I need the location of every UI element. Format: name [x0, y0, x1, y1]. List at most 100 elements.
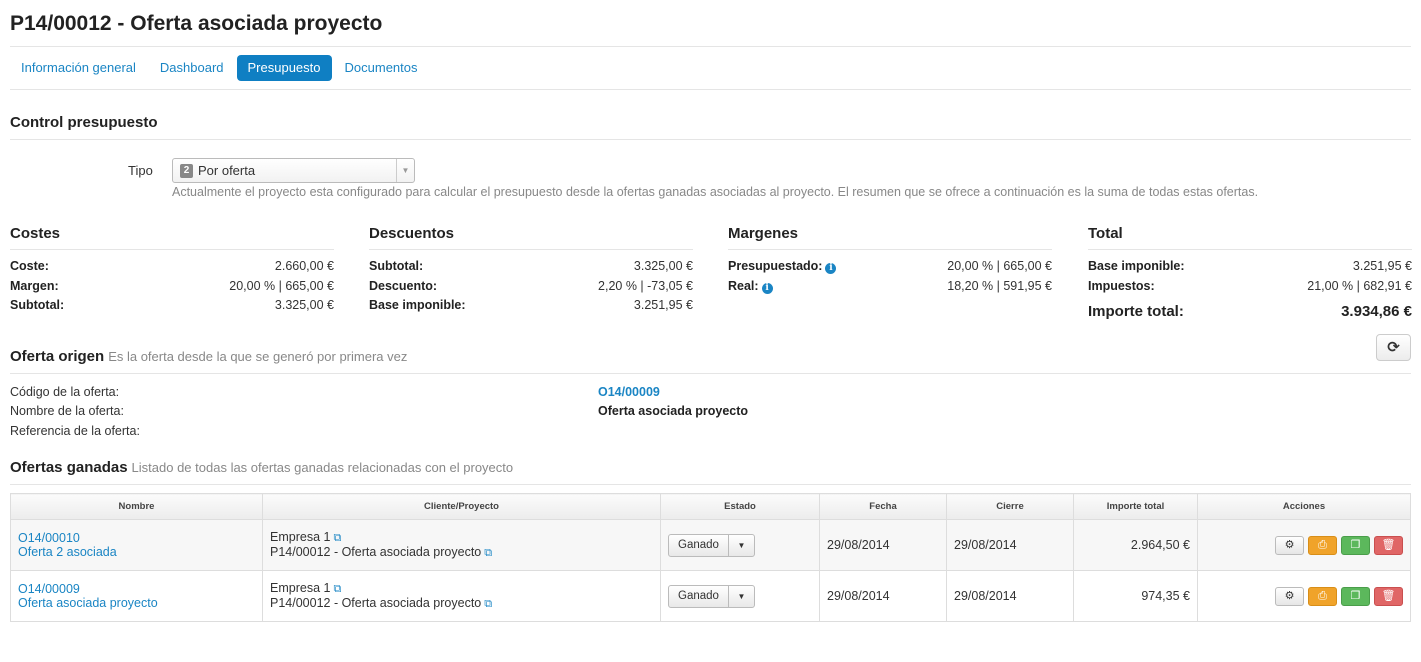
nombre-cell: O14/00009 Oferta asociada proyecto — [10, 570, 263, 622]
tipo-number-badge: 2 — [180, 164, 193, 178]
control-presupuesto-title: Control presupuesto — [10, 114, 1411, 140]
refresh-button[interactable]: ⟳ — [1376, 334, 1411, 361]
caret-down-icon[interactable]: ▼ — [729, 586, 754, 607]
summary-label: Presupuestado: i — [728, 259, 837, 279]
oferta-origen-subtitle: Es la oferta desde la que se generó por … — [108, 349, 408, 364]
fecha-cell: 29/08/2014 — [819, 570, 947, 622]
total-panel: Total Base imponible: 3.251,95 € Impuesto… — [1088, 225, 1412, 323]
acciones-cell: ⚙ ⎙ ❐ 🗑 — [1197, 519, 1411, 571]
summary-value: 2.660,00 € — [274, 259, 334, 273]
nombre-label: Nombre de la oferta: — [10, 404, 124, 418]
summary-row: Subtotal: 3.325,00 € — [369, 259, 693, 279]
summary-row: Impuestos: 21,00 % | 682,91 € — [1088, 279, 1412, 299]
col-cierre[interactable]: Cierre — [946, 493, 1074, 520]
ofertas-ganadas-title: Ofertas ganadas — [10, 459, 128, 476]
cierre-cell: 29/08/2014 — [946, 519, 1074, 571]
costes-panel: Costes Coste: 2.660,00 € Margen: 20,00 % |… — [10, 225, 334, 318]
summary-label: Impuestos: — [1088, 278, 1155, 293]
tab-presupuesto[interactable]: Presupuesto — [236, 55, 332, 81]
delete-button[interactable]: 🗑 — [1374, 586, 1403, 606]
margenes-panel: Margenes Presupuestado: i 20,00 % | 665,00… — [728, 225, 1052, 298]
external-link-icon[interactable]: ⧉ — [333, 583, 341, 595]
budget-summary: Costes Coste: 2.660,00 € Margen: 20,00 % |… — [10, 198, 1412, 361]
oferta-origen-details: Código de la oferta: O14/00009 Nombre de… — [10, 374, 1411, 459]
caret-down-icon[interactable]: ▼ — [729, 535, 754, 556]
summary-row: Base imponible: 3.251,95 € — [369, 298, 693, 318]
summary-row: Margen: 20,00 % | 665,00 € — [10, 279, 334, 299]
summary-value: 2,20 % | -73,05 € — [598, 278, 693, 293]
summary-value: 20,00 % | 665,00 € — [947, 259, 1052, 273]
print-button[interactable]: ⎙ — [1308, 535, 1337, 555]
row-actions: ⚙ ⎙ ❐ 🗑 — [1205, 586, 1403, 606]
col-estado[interactable]: Estado — [660, 493, 820, 520]
summary-row: Descuento: 2,20 % | -73,05 € — [369, 279, 693, 299]
costes-title: Costes — [10, 225, 334, 250]
info-icon[interactable]: i — [761, 282, 773, 294]
external-link-icon[interactable]: ⧉ — [484, 598, 492, 610]
tab-dashboard[interactable]: Dashboard — [149, 55, 235, 81]
summary-label: Subtotal: — [10, 298, 65, 312]
importe-cell: 974,35 € — [1073, 570, 1198, 622]
col-acciones: Acciones — [1197, 493, 1411, 520]
summary-value: 18,20 % | 591,95 € — [947, 278, 1052, 293]
summary-row: Base imponible: 3.251,95 € — [1088, 259, 1412, 279]
col-importe-total[interactable]: Importe total — [1073, 493, 1198, 520]
summary-label: Descuento: — [369, 278, 438, 293]
col-fecha[interactable]: Fecha — [819, 493, 947, 520]
referencia-label: Referencia de la oferta: — [10, 424, 140, 438]
ofertas-ganadas-header: Ofertas ganadas Listado de todas las ofer… — [10, 459, 1411, 485]
estado-dropdown[interactable]: Ganado ▼ — [668, 584, 755, 608]
summary-label: Base imponible: — [369, 298, 466, 312]
tab-documentos[interactable]: Documentos — [334, 55, 429, 81]
print-icon: ⎙ — [1318, 589, 1327, 602]
chevron-down-icon: ▼ — [396, 159, 414, 182]
codigo-link[interactable]: O14/00009 — [598, 385, 660, 399]
oferta-code-link[interactable]: O14/00010 — [18, 531, 80, 545]
summary-value: 3.251,95 € — [633, 298, 693, 312]
print-icon: ⎙ — [1318, 538, 1327, 551]
gear-icon: ⚙ — [1284, 538, 1295, 551]
col-nombre[interactable]: Nombre — [10, 493, 263, 520]
summary-label: Real: i — [728, 279, 773, 299]
copy-button[interactable]: ❐ — [1341, 535, 1370, 555]
cliente-name: Empresa 1 — [270, 530, 331, 544]
delete-button[interactable]: 🗑 — [1374, 535, 1403, 555]
importe-total-row: Importe total: 3.934,86 € — [1088, 303, 1412, 323]
external-link-icon[interactable]: ⧉ — [484, 547, 492, 559]
ofertas-table: Nombre Cliente/Proyecto Estado Fecha Cie… — [10, 493, 1411, 622]
summary-value: 3.325,00 € — [633, 259, 693, 273]
tipo-help-text: Actualmente el proyecto esta configurado… — [172, 185, 1259, 199]
descuentos-panel: Descuentos Subtotal: 3.325,00 € Descuento… — [369, 225, 693, 318]
real-label: Real: — [728, 278, 759, 293]
tipo-label: Tipo — [128, 163, 153, 178]
manage-button[interactable]: ⚙ — [1275, 586, 1304, 606]
presupuestado-label: Presupuestado: — [728, 259, 823, 273]
nombre-cell: O14/00010 Oferta 2 asociada — [10, 519, 263, 571]
external-link-icon[interactable]: ⧉ — [333, 532, 341, 544]
tipo-select[interactable]: 2 Por oferta ▼ — [172, 158, 415, 183]
summary-value: 20,00 % | 665,00 € — [229, 278, 334, 293]
oferta-origen-title: Oferta origen — [10, 348, 105, 365]
cliente-name: Empresa 1 — [270, 581, 331, 595]
print-button[interactable]: ⎙ — [1308, 586, 1337, 606]
tab-informacion-general[interactable]: Información general — [10, 55, 147, 81]
summary-value: 3.325,00 € — [274, 298, 334, 312]
nombre-value: Oferta asociada proyecto — [598, 404, 749, 418]
copy-button[interactable]: ❐ — [1341, 586, 1370, 606]
cliente-proyecto-cell: Empresa 1 ⧉ P14/00012 - Oferta asociada p… — [262, 570, 661, 622]
refresh-icon: ⟳ — [1387, 339, 1400, 356]
summary-label: Coste: — [10, 259, 49, 273]
col-cliente-proyecto[interactable]: Cliente/Proyecto — [262, 493, 661, 520]
trash-icon: 🗑 — [1381, 538, 1396, 551]
table-row: O14/00010 Oferta 2 asociada Empresa 1 ⧉ P… — [10, 519, 1411, 571]
oferta-name-link[interactable]: Oferta 2 asociada — [18, 545, 117, 559]
page-title: P14/00012 - Oferta asociada proyecto — [10, 0, 1411, 47]
estado-dropdown[interactable]: Ganado ▼ — [668, 533, 755, 557]
oferta-code-link[interactable]: O14/00009 — [18, 582, 80, 596]
oferta-name-link[interactable]: Oferta asociada proyecto — [18, 596, 158, 610]
info-icon[interactable]: i — [825, 263, 837, 274]
descuentos-title: Descuentos — [369, 225, 693, 250]
summary-value: 21,00 % | 682,91 € — [1307, 278, 1412, 293]
importe-total-value: 3.934,86 € — [1341, 303, 1412, 320]
manage-button[interactable]: ⚙ — [1275, 535, 1304, 555]
